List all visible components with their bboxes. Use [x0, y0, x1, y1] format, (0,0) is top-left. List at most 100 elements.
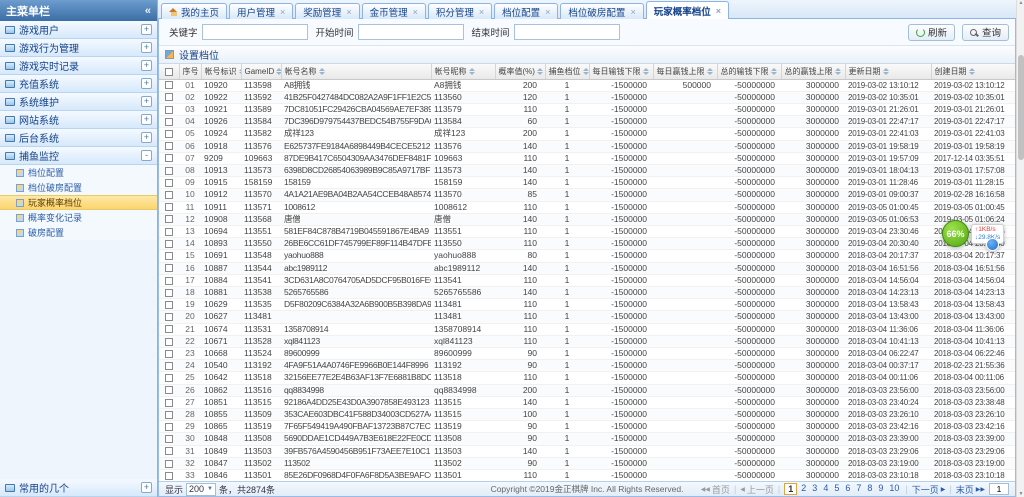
tab[interactable]: 奖励管理× [295, 3, 359, 19]
expand-icon[interactable]: + [141, 78, 152, 89]
expand-icon[interactable]: + [141, 96, 152, 107]
table-row[interactable]: 17108841135413CD631A8C0764705AD5DCF95B01… [159, 274, 1015, 286]
row-checkbox-cell[interactable] [159, 103, 179, 115]
row-checkbox[interactable] [165, 338, 173, 346]
row-checkbox[interactable] [165, 81, 173, 89]
table-row[interactable]: 271085111351592186A4DD25E43D0A3907858E49… [159, 396, 1015, 408]
row-checkbox[interactable] [165, 362, 173, 370]
row-checkbox[interactable] [165, 460, 173, 468]
scrollbar-thumb[interactable] [1018, 55, 1024, 160]
last-page-button[interactable]: 末页 ▶▶ [956, 483, 985, 496]
next-page-button[interactable]: 下一页 ▶ [912, 483, 946, 496]
sidebar-item[interactable]: 后台系统+ [0, 129, 157, 147]
row-checkbox-cell[interactable] [159, 457, 179, 469]
expand-icon[interactable]: + [141, 24, 152, 35]
first-page-button[interactable]: ◀◀ 首页 [701, 483, 730, 496]
column-header[interactable]: 捕鱼档位 [545, 64, 589, 79]
refresh-button[interactable]: 刷新 [908, 24, 955, 41]
page-number[interactable]: 10 [887, 483, 901, 495]
table-row[interactable]: 09109151581591581591581591401-1500000-50… [159, 177, 1015, 189]
expand-icon[interactable]: + [141, 114, 152, 125]
tab[interactable]: 金币管理× [362, 3, 426, 19]
row-checkbox[interactable] [165, 423, 173, 431]
sidebar-item[interactable]: 网站系统+ [0, 111, 157, 129]
table-row[interactable]: 1810881113538526576558652657655861401-15… [159, 286, 1015, 298]
sidebar-item[interactable]: 捕鱼监控- [0, 147, 157, 165]
row-checkbox-cell[interactable] [159, 225, 179, 237]
speed-overlay[interactable]: 66% ↑1KB/s ↓29.8K/s [942, 220, 1004, 247]
table-row[interactable]: 141089311355026BE6CC61DF745799EF89F114B4… [159, 238, 1015, 250]
row-checkbox[interactable] [165, 142, 173, 150]
column-header[interactable]: 总的赢钱上限 [781, 64, 845, 79]
row-checkbox-cell[interactable] [159, 262, 179, 274]
sidebar-subitem[interactable]: 档位配置 [0, 165, 157, 180]
table-row[interactable]: 1310694113551581EF84C878B4719B045591867E… [159, 225, 1015, 237]
row-checkbox-cell[interactable] [159, 372, 179, 384]
tab-close-icon[interactable]: × [716, 7, 721, 15]
row-checkbox[interactable] [165, 264, 173, 272]
column-header[interactable]: 帐号标识 [201, 64, 241, 79]
memory-ball[interactable]: 66% [942, 220, 969, 247]
tab[interactable]: 玩家概率档位× [646, 1, 729, 19]
row-checkbox[interactable] [165, 191, 173, 199]
table-row[interactable]: 0610918113576E625737FE9184A6898449B4CECE… [159, 140, 1015, 152]
tab-close-icon[interactable]: × [413, 8, 418, 16]
row-checkbox[interactable] [165, 472, 173, 480]
page-jump-input[interactable] [989, 483, 1009, 495]
column-header[interactable]: 总的输钱下限 [717, 64, 781, 79]
tab[interactable]: 档位配置× [494, 3, 558, 19]
row-checkbox-cell[interactable] [159, 299, 179, 311]
page-number[interactable]: 9 [876, 483, 885, 495]
expand-icon[interactable]: + [141, 42, 152, 53]
column-header[interactable]: 每日输钱下限 [589, 64, 653, 79]
row-checkbox-cell[interactable] [159, 445, 179, 457]
table-row[interactable]: 2110674113531135870891413587089141101-15… [159, 323, 1015, 335]
expand-icon[interactable]: + [141, 132, 152, 143]
tab[interactable]: 用户管理× [229, 3, 293, 19]
sidebar-item-common[interactable]: 常用的几个 + [0, 479, 157, 497]
row-checkbox[interactable] [165, 386, 173, 394]
query-button[interactable]: 查询 [962, 24, 1009, 41]
select-all-checkbox[interactable] [165, 68, 173, 76]
column-header[interactable]: 更新日期 [845, 64, 931, 79]
sidebar-collapse-icon[interactable]: « [145, 5, 151, 17]
expand-icon[interactable]: - [141, 150, 152, 161]
row-checkbox[interactable] [165, 130, 173, 138]
page-scrollbar[interactable]: ▲ ▼ [1016, 0, 1024, 497]
sidebar-item[interactable]: 充值系统+ [0, 75, 157, 93]
sidebar-subitem[interactable]: 档位破房配置 [0, 180, 157, 195]
sidebar-item[interactable]: 游戏用户+ [0, 21, 157, 39]
row-checkbox-cell[interactable] [159, 396, 179, 408]
end-time-input[interactable] [514, 24, 620, 40]
table-row[interactable]: 1510691113548yaohuo888yaohuo888801-15000… [159, 250, 1015, 262]
sidebar-subitem[interactable]: 概率变化记录 [0, 210, 157, 225]
row-checkbox-cell[interactable] [159, 347, 179, 359]
table-row[interactable]: 24105401131924FA9F51A4A0746FE9966B0E144F… [159, 360, 1015, 372]
column-header[interactable]: 帐号名称 [281, 64, 431, 79]
tab-close-icon[interactable]: × [346, 8, 351, 16]
table-row[interactable]: 311084911350339FB576A4590456B951F73AEE7E… [159, 445, 1015, 457]
row-checkbox[interactable] [165, 240, 173, 248]
table-row[interactable]: 2810855113509353CAE603DBC41F588D34003CD5… [159, 408, 1015, 420]
table-row[interactable]: 331084611350185E26DF0968D4F0FA6F8D5A3BE9… [159, 470, 1015, 482]
table-row[interactable]: 1110911113571100861210086121101-1500000-… [159, 201, 1015, 213]
table-row[interactable]: 04109261135847DC396D979754437BEDC54B755F… [159, 116, 1015, 128]
table-row[interactable]: 021092211359241B25F0427484DC082A2A9F1FF1… [159, 91, 1015, 103]
page-number[interactable]: 7 [854, 483, 863, 495]
table-row[interactable]: 30108481135085690DDAE1CD449A7B3E618E22FE… [159, 433, 1015, 445]
row-checkbox[interactable] [165, 313, 173, 321]
table-row[interactable]: 1610887113544abc1989112abc19891121401-15… [159, 262, 1015, 274]
row-checkbox[interactable] [165, 350, 173, 358]
select-all-cell[interactable] [159, 64, 179, 79]
page-number[interactable]: 3 [810, 483, 819, 495]
row-checkbox[interactable] [165, 203, 173, 211]
row-checkbox[interactable] [165, 252, 173, 260]
row-checkbox-cell[interactable] [159, 79, 179, 91]
row-checkbox[interactable] [165, 93, 173, 101]
column-header[interactable]: 序号 [179, 64, 201, 79]
tab[interactable]: 档位破房配置× [560, 3, 643, 19]
expand-icon[interactable]: + [141, 482, 152, 493]
row-checkbox-cell[interactable] [159, 140, 179, 152]
table-row[interactable]: 29108651135197F65F549419A490FBAF13723B87… [159, 421, 1015, 433]
row-checkbox-cell[interactable] [159, 360, 179, 372]
